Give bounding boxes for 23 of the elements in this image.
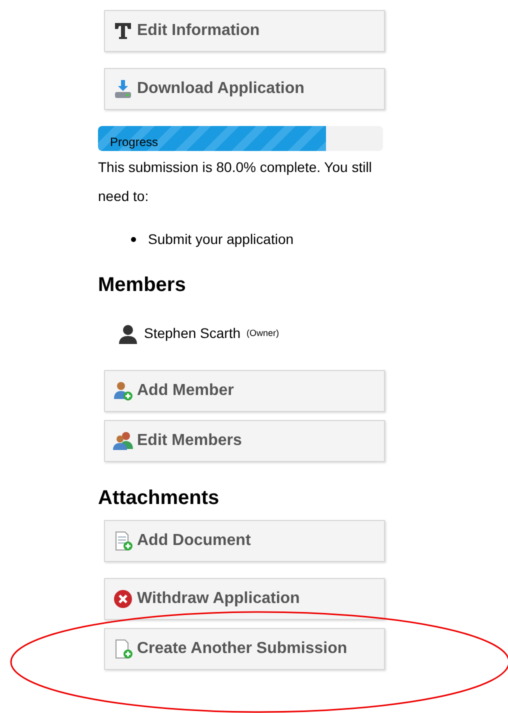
section-heading: Members (98, 273, 187, 297)
download-icon (113, 79, 133, 99)
section-heading: Attachments (98, 486, 220, 510)
member-name: Stephen Scarth (144, 324, 241, 343)
member-role: (Owner) (246, 326, 280, 340)
action-button[interactable]: Download Application (104, 68, 385, 110)
todo-item: Submit your application (148, 230, 294, 249)
action-button[interactable]: Edit Information (104, 10, 385, 52)
add-person-icon (113, 381, 133, 401)
action-button[interactable]: Edit Members (104, 420, 385, 462)
bullet-icon (131, 236, 136, 242)
action-button[interactable]: Withdraw Application (104, 578, 385, 620)
progress-label: Progress (110, 134, 158, 150)
remove-icon (113, 589, 133, 609)
action-button[interactable]: Add Document (104, 520, 385, 562)
add-document-icon (113, 531, 133, 551)
status-text: This submission is 80.0% complete. You still need to: (98, 158, 373, 206)
letter-t-icon (113, 21, 133, 41)
person-icon (118, 324, 138, 344)
people-icon (113, 431, 133, 451)
new-document-icon (113, 639, 133, 659)
action-button[interactable]: Create Another Submission (104, 628, 385, 670)
action-button[interactable]: Add Member (104, 370, 385, 412)
